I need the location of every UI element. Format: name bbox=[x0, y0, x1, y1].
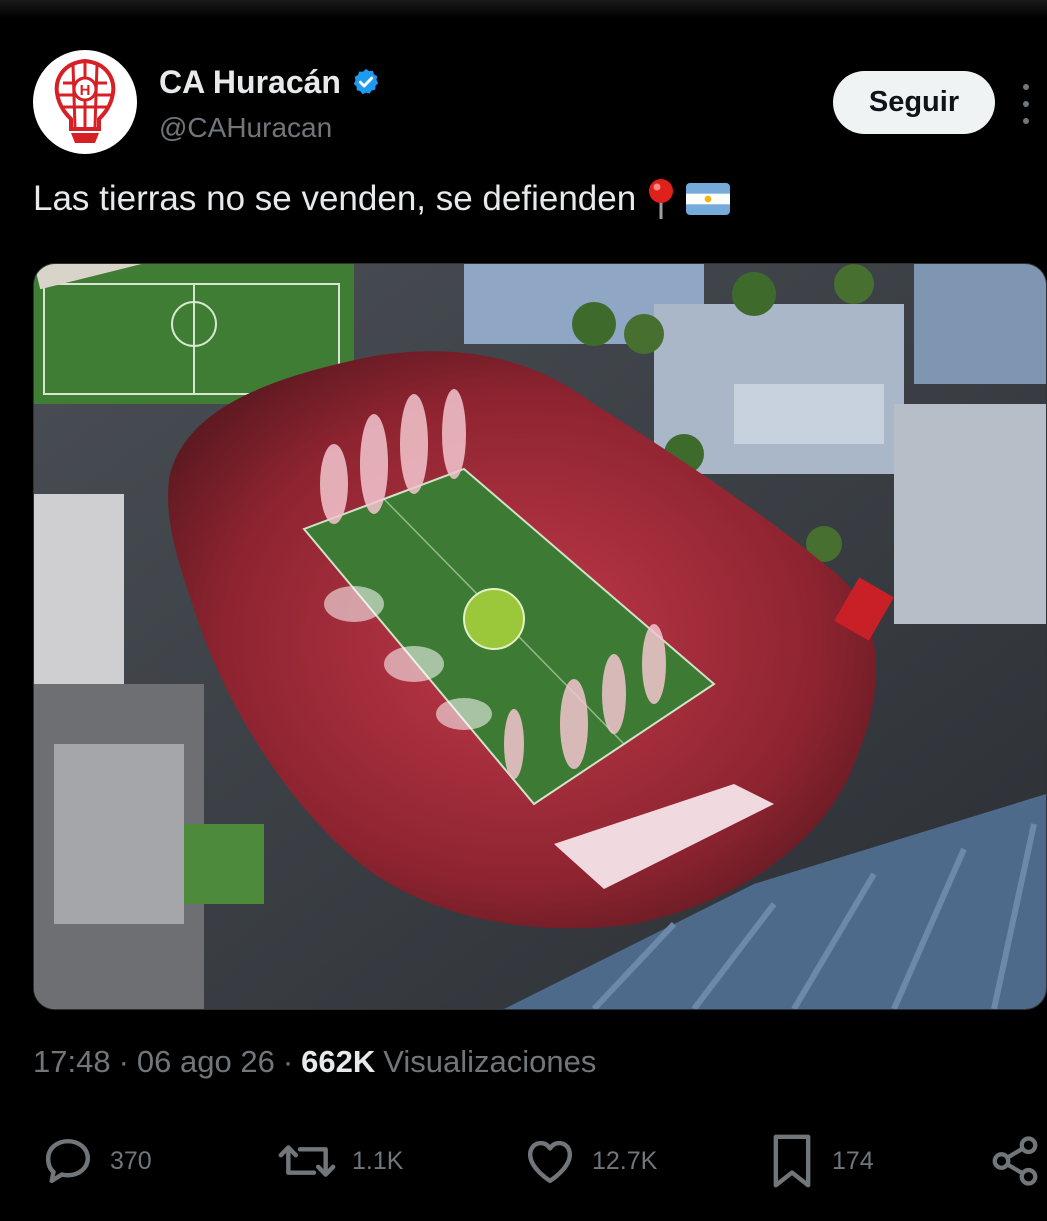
heart-icon bbox=[527, 1140, 573, 1184]
tweet-date[interactable]: 06 ago 26 bbox=[137, 1044, 275, 1080]
bookmark-count: 174 bbox=[832, 1146, 874, 1175]
repost-count: 1.1K bbox=[352, 1146, 404, 1175]
views-count: 662K bbox=[301, 1044, 376, 1079]
follow-button[interactable]: Seguir bbox=[833, 71, 995, 134]
stadium-aerial-photo bbox=[34, 264, 1046, 1009]
reply-button[interactable]: 370 bbox=[40, 1128, 152, 1194]
status-bar bbox=[0, 0, 1047, 18]
tweet-actions-bar: 370 1.1K 12.7K 174 bbox=[0, 1128, 1047, 1194]
verified-badge-icon[interactable] bbox=[351, 67, 381, 97]
reply-icon bbox=[45, 1138, 91, 1184]
share-icon bbox=[992, 1136, 1038, 1186]
tweet-meta: 17:48 · 06 ago 26 · 662K Visualizaciones bbox=[33, 1040, 596, 1084]
tweet-body: Las tierras no se venden, se defienden bbox=[33, 179, 637, 218]
tweet-time[interactable]: 17:48 bbox=[33, 1044, 111, 1080]
like-button[interactable]: 12.7K bbox=[522, 1128, 657, 1194]
argentina-flag-emoji bbox=[686, 183, 731, 215]
author-avatar[interactable]: H bbox=[33, 50, 137, 154]
meta-separator: · bbox=[118, 1044, 129, 1079]
bookmark-button[interactable]: 174 bbox=[766, 1128, 874, 1194]
author-name-row[interactable]: CA Huracán bbox=[159, 62, 381, 102]
more-options-icon[interactable] bbox=[1014, 84, 1038, 124]
round-pushpin-emoji bbox=[646, 178, 676, 220]
meta-separator: · bbox=[282, 1044, 294, 1079]
bookmark-icon bbox=[773, 1134, 811, 1188]
huracan-crest-logo: H bbox=[54, 58, 116, 143]
views-label: Visualizaciones bbox=[383, 1044, 597, 1079]
tweet-text: Las tierras no se venden, se defienden bbox=[33, 176, 1013, 222]
author-handle[interactable]: @CAHuracan bbox=[159, 112, 332, 144]
share-button[interactable] bbox=[988, 1128, 1042, 1194]
like-count: 12.7K bbox=[592, 1146, 658, 1175]
repost-icon bbox=[278, 1145, 336, 1177]
svg-text:H: H bbox=[80, 82, 91, 99]
tweet-media-photo[interactable] bbox=[33, 263, 1047, 1010]
reply-count: 370 bbox=[110, 1146, 152, 1175]
repost-button[interactable]: 1.1K bbox=[276, 1128, 403, 1194]
author-display-name[interactable]: CA Huracán bbox=[159, 64, 341, 101]
